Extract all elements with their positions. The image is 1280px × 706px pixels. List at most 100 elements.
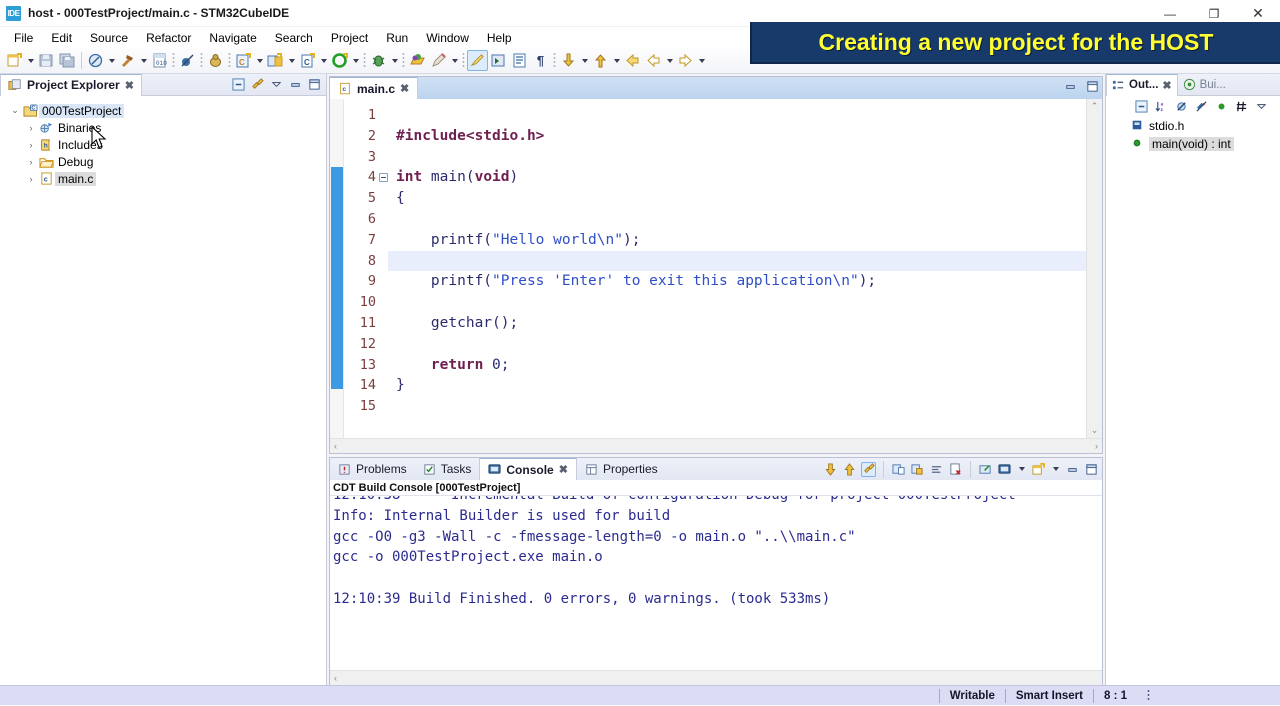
tree-item-includes[interactable]: › h Includes	[8, 136, 326, 153]
next-annotation-dropdown[interactable]	[579, 51, 590, 71]
show-whitespace-icon[interactable]	[509, 50, 530, 71]
debug-bug-dropdown[interactable]	[389, 51, 400, 71]
fold-collapse-icon[interactable]	[378, 167, 388, 188]
console-horizontal-scrollbar[interactable]: ‹	[330, 670, 1102, 685]
maximize-console-icon[interactable]	[1084, 462, 1099, 477]
open-console-icon[interactable]	[978, 462, 993, 477]
build-all-dropdown[interactable]	[106, 51, 117, 71]
close-icon[interactable]: ✖	[1162, 79, 1171, 92]
toggle-mark-occurrences-icon[interactable]	[467, 50, 488, 71]
save-all-icon[interactable]	[57, 50, 78, 71]
new-c-folder-dropdown[interactable]	[286, 51, 297, 71]
back-dropdown[interactable]	[664, 51, 675, 71]
forward-icon[interactable]	[675, 50, 696, 71]
new-dropdown[interactable]	[25, 51, 36, 71]
tab-build-targets[interactable]: Bui...	[1178, 74, 1231, 96]
run-icon[interactable]	[329, 50, 350, 71]
previous-annotation-icon[interactable]	[590, 50, 611, 71]
minimize-console-icon[interactable]	[1065, 462, 1080, 477]
build-hammer-icon[interactable]	[117, 50, 138, 71]
debug-bug-icon[interactable]	[368, 50, 389, 71]
close-icon[interactable]: ✖	[400, 82, 409, 95]
menu-edit[interactable]: Edit	[42, 29, 81, 47]
pin-console-icon[interactable]	[910, 462, 925, 477]
tree-item-binaries[interactable]: › Binaries	[8, 119, 326, 136]
previous-annotation-dropdown[interactable]	[611, 51, 622, 71]
build-all-icon[interactable]	[85, 50, 106, 71]
twisty-icon[interactable]: ›	[24, 174, 38, 184]
run-dropdown[interactable]	[350, 51, 361, 71]
view-menu-icon[interactable]	[1254, 99, 1269, 114]
hide-macros-icon[interactable]	[1234, 99, 1249, 114]
new-c-file-icon[interactable]: C	[297, 50, 318, 71]
sort-icon[interactable]: az	[1154, 99, 1169, 114]
word-wrap-icon[interactable]	[929, 462, 944, 477]
menu-search[interactable]: Search	[266, 29, 322, 47]
remove-console-icon[interactable]	[948, 462, 963, 477]
new-icon[interactable]	[4, 50, 25, 71]
open-type-icon[interactable]	[407, 50, 428, 71]
tab-main-c[interactable]: c main.c ✖	[330, 77, 419, 99]
editor-horizontal-scrollbar[interactable]: ‹ ›	[330, 438, 1102, 453]
menu-file[interactable]: File	[5, 29, 42, 47]
new-c-project-dropdown[interactable]	[254, 51, 265, 71]
tree-item-debug[interactable]: › Debug	[8, 153, 326, 170]
maximize-editor-icon[interactable]	[1085, 79, 1100, 94]
twisty-icon[interactable]: ›	[24, 157, 38, 167]
editor-vertical-scrollbar[interactable]: ⌃ ⌄	[1086, 99, 1102, 438]
tab-tasks[interactable]: Tasks	[415, 458, 480, 480]
hide-fields-icon[interactable]	[1174, 99, 1189, 114]
menu-help[interactable]: Help	[478, 29, 521, 47]
new-console-icon[interactable]	[1031, 462, 1046, 477]
toggle-block-select-icon[interactable]	[488, 50, 509, 71]
clear-console-icon[interactable]	[891, 462, 906, 477]
skip-breakpoints-icon[interactable]	[177, 50, 198, 71]
menu-run[interactable]: Run	[377, 29, 417, 47]
tree-item-000testproject[interactable]: ⌄ C 000TestProject	[8, 102, 326, 119]
folding-ruler[interactable]	[378, 99, 388, 438]
editor-body[interactable]: 1 2 3 4 5 6 7 8 9 10 11 12 13 14 15 #inc…	[330, 99, 1102, 438]
outline-item-main[interactable]: main(void) : int	[1106, 135, 1280, 153]
new-c-project-icon[interactable]: C	[233, 50, 254, 71]
tree-item-main-c[interactable]: › c main.c	[8, 170, 326, 187]
close-icon[interactable]: ✖	[125, 79, 134, 92]
twisty-icon[interactable]: ›	[24, 140, 38, 150]
display-console-icon[interactable]	[997, 462, 1012, 477]
forward-back-icon[interactable]	[643, 50, 664, 71]
menu-window[interactable]: Window	[417, 29, 478, 47]
tab-outline[interactable]: Out... ✖	[1106, 73, 1178, 96]
scroll-lock-icon[interactable]	[861, 461, 876, 477]
console-output[interactable]: 12:10:38 **** Incremental Build of confi…	[330, 496, 1102, 670]
tab-properties[interactable]: Properties	[577, 458, 666, 480]
pencil-icon[interactable]	[428, 50, 449, 71]
view-menu-icon[interactable]	[269, 77, 284, 92]
scroll-left-icon[interactable]: ‹	[334, 673, 337, 683]
collapse-all-icon[interactable]	[1134, 99, 1149, 114]
menu-refactor[interactable]: Refactor	[137, 29, 200, 47]
hide-static-icon[interactable]: s	[1194, 99, 1209, 114]
scroll-down-icon[interactable]	[823, 462, 838, 477]
project-tree[interactable]: ⌄ C 000TestProject › Binaries › h Includ…	[0, 96, 326, 685]
outline-tree[interactable]: stdio.h main(void) : int	[1106, 117, 1280, 153]
debug-icon[interactable]	[205, 50, 226, 71]
close-icon[interactable]: ✖	[559, 463, 568, 476]
twisty-icon[interactable]: ›	[24, 123, 38, 133]
tab-project-explorer[interactable]: Project Explorer ✖	[0, 73, 142, 96]
annotation-ruler[interactable]	[330, 99, 344, 438]
next-annotation-icon[interactable]	[558, 50, 579, 71]
display-console-dropdown[interactable]	[1016, 459, 1027, 479]
scroll-up-icon[interactable]	[842, 462, 857, 477]
new-c-folder-icon[interactable]	[265, 50, 286, 71]
scroll-right-icon[interactable]: ›	[1095, 441, 1098, 451]
maximize-view-icon[interactable]	[307, 77, 322, 92]
save-icon[interactable]	[36, 50, 57, 71]
hide-nonpublic-icon[interactable]	[1214, 99, 1229, 114]
tab-problems[interactable]: Problems	[330, 458, 415, 480]
code-text-area[interactable]: #include<stdio.h> int main(void) { print…	[388, 99, 1086, 438]
pencil-dropdown[interactable]	[449, 51, 460, 71]
new-console-dropdown[interactable]	[1050, 459, 1061, 479]
menu-project[interactable]: Project	[322, 29, 377, 47]
collapse-all-icon[interactable]	[231, 77, 246, 92]
scroll-up-icon[interactable]: ⌃	[1091, 99, 1099, 114]
tab-console[interactable]: Console ✖	[479, 458, 577, 480]
